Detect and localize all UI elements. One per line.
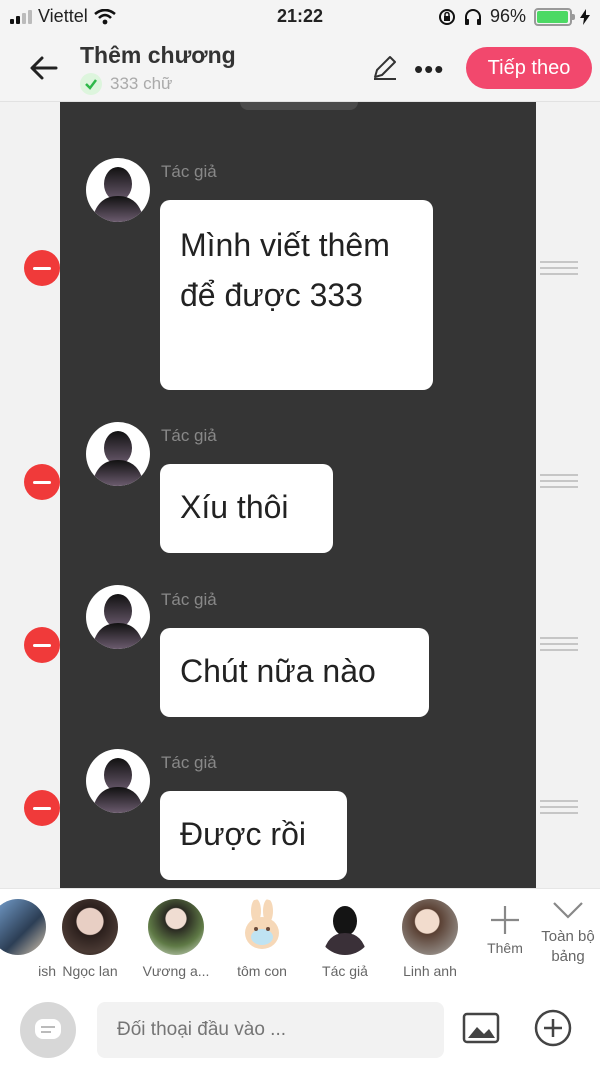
character-item[interactable]: Tác giả [305, 899, 385, 979]
drag-handle-icon[interactable] [540, 800, 578, 814]
character-avatar [234, 899, 290, 955]
more-icon[interactable]: ••• [414, 54, 444, 85]
message-bubble[interactable]: Được rồi [160, 791, 347, 880]
character-avatar [0, 899, 46, 955]
remove-message-button[interactable] [24, 464, 60, 500]
character-avatar [148, 899, 204, 955]
next-button[interactable]: Tiếp theo [466, 47, 592, 89]
character-avatar [402, 899, 458, 955]
headphones-icon [464, 8, 481, 25]
add-character-label: Thêm [487, 940, 523, 956]
author-name: Tác giả [161, 162, 217, 181]
input-bar [0, 988, 600, 1068]
check-icon [80, 73, 102, 95]
author-avatar[interactable] [86, 158, 150, 222]
author-avatar[interactable] [86, 749, 150, 813]
image-icon[interactable] [462, 1012, 500, 1044]
remove-message-button[interactable] [24, 250, 60, 286]
author-name: Tác giả [161, 426, 217, 445]
drag-handle-icon[interactable] [540, 261, 578, 275]
word-count: 333 chữ [110, 74, 173, 93]
status-right: 96% [438, 6, 590, 27]
author-name: Tác giả [161, 590, 217, 609]
remove-message-button[interactable] [24, 627, 60, 663]
character-name: Tác giả [322, 963, 368, 979]
battery-label: 96% [489, 6, 526, 26]
character-avatar [317, 899, 373, 955]
drag-handle-icon[interactable] [540, 474, 578, 488]
title-block: Thêm chương 333 chữ [80, 42, 236, 95]
character-item[interactable]: Ngọc lan [50, 899, 130, 979]
message-bubble[interactable]: Xíu thôi [160, 464, 333, 553]
charging-icon [580, 8, 590, 25]
rotation-lock-icon [438, 8, 455, 25]
character-item[interactable]: Vương a... [136, 899, 216, 979]
message-bubble[interactable]: Chút nữa nào [160, 628, 429, 717]
author-avatar[interactable] [86, 422, 150, 486]
author-avatar[interactable] [86, 585, 150, 649]
word-count-row: 333 chữ [80, 73, 236, 95]
back-arrow-icon[interactable] [26, 50, 62, 86]
remove-message-button[interactable] [24, 790, 60, 826]
battery-icon [534, 7, 575, 26]
pencil-icon[interactable] [370, 52, 400, 82]
chat-bubble-icon [35, 1019, 61, 1039]
character-item[interactable]: Linh anh [390, 899, 470, 979]
add-character-button[interactable]: Thêm [478, 903, 532, 956]
header: Thêm chương 333 chữ ••• Tiếp theo [0, 34, 600, 102]
character-name: Linh anh [403, 963, 457, 979]
chat-mode-button[interactable] [20, 1002, 76, 1058]
character-avatar [62, 899, 118, 955]
chevron-down-icon [553, 902, 583, 919]
character-name: tôm con [237, 963, 287, 979]
page-title: Thêm chương [80, 42, 236, 68]
panel-handle[interactable] [240, 102, 358, 110]
character-name: Vương a... [142, 963, 210, 979]
battery-fill [537, 10, 568, 23]
expand-all-button[interactable]: Toàn bộ bảng [536, 899, 600, 967]
add-circle-icon[interactable] [533, 1008, 573, 1048]
author-name: Tác giả [161, 753, 217, 772]
expand-all-label: Toàn bộ bảng [541, 928, 595, 965]
dialogue-input[interactable] [97, 1002, 444, 1058]
drag-handle-icon[interactable] [540, 637, 578, 651]
character-item[interactable]: tôm con [222, 899, 302, 979]
plus-icon [491, 906, 519, 934]
character-name: Ngọc lan [62, 963, 118, 979]
status-bar: Viettel 21:22 96% [0, 0, 600, 34]
character-bar: ish Ngọc lan Vương a... tôm con Tác giả … [0, 888, 600, 988]
message-bubble[interactable]: Mình viết thêm để được 333 [160, 200, 433, 390]
